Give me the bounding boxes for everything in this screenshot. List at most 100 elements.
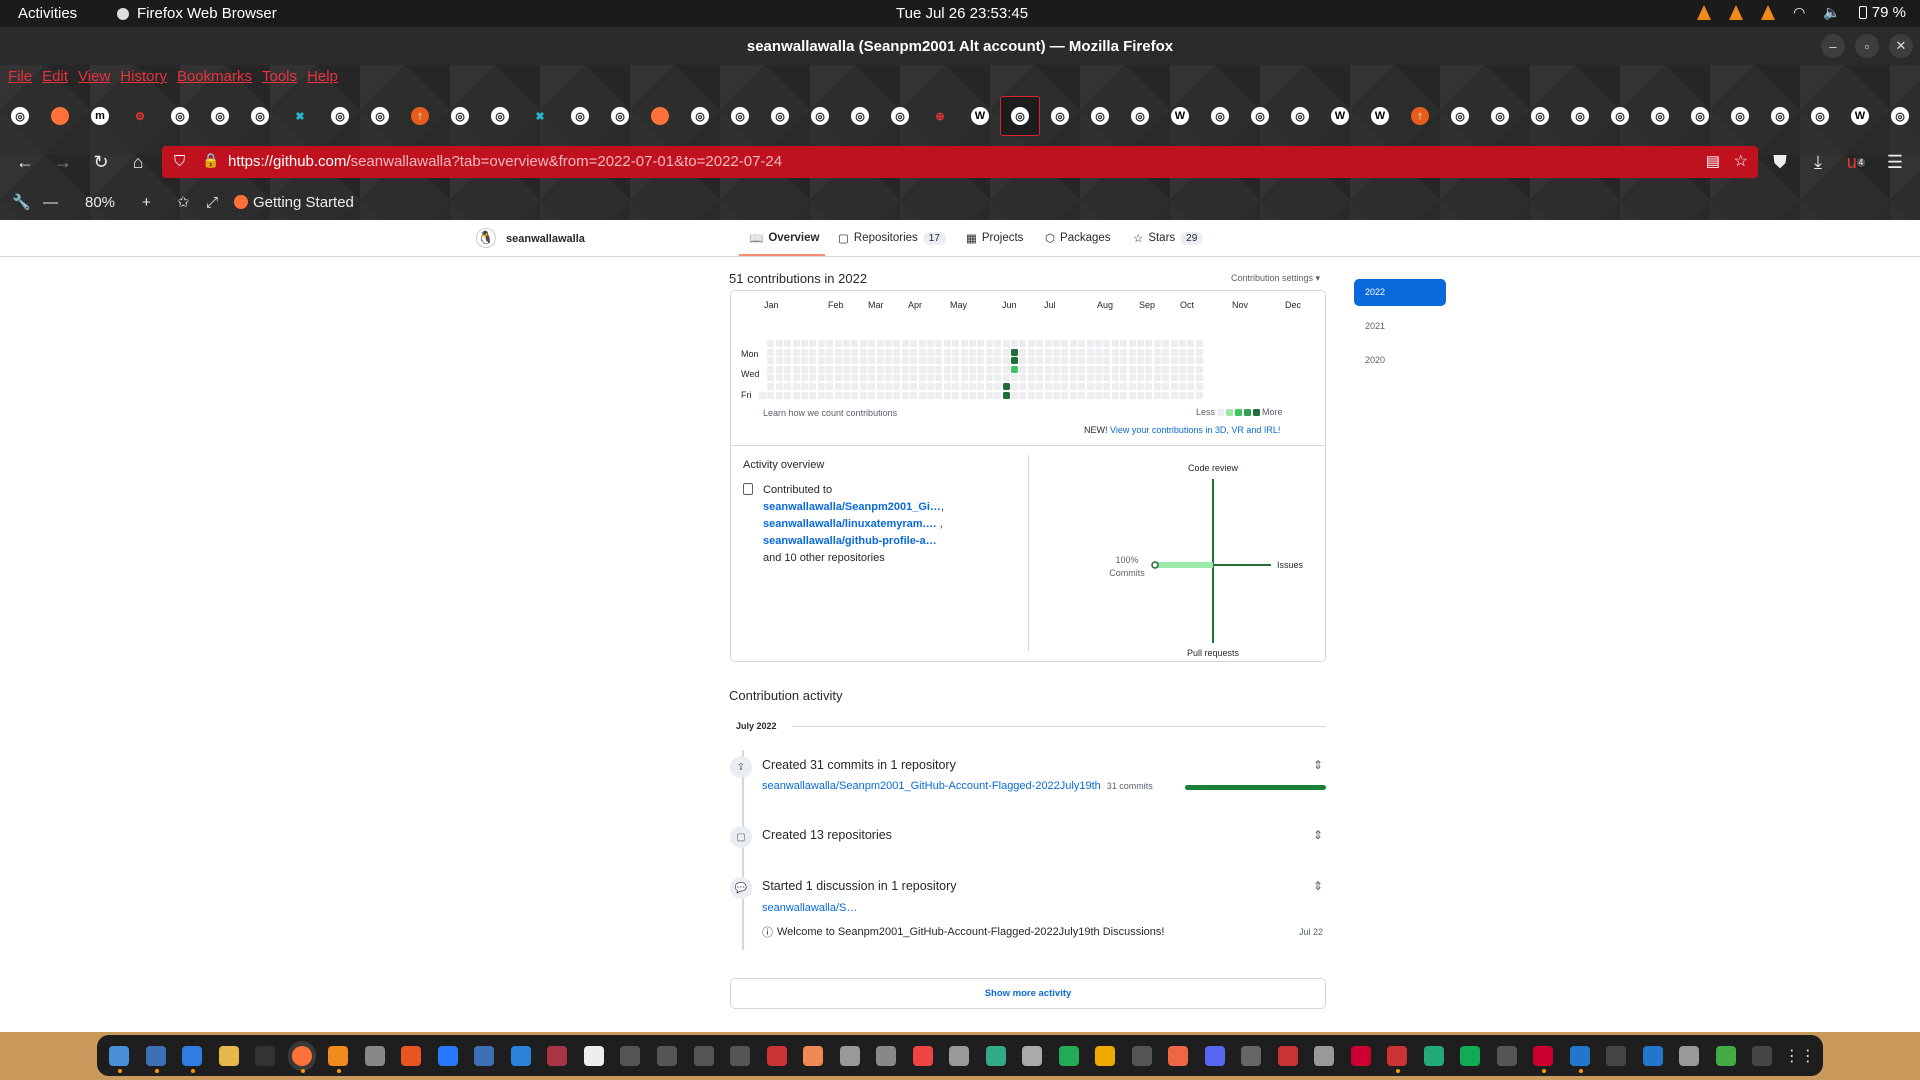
contribution-cell[interactable] (977, 348, 985, 356)
contribution-cell[interactable] (767, 357, 775, 365)
browser-tab[interactable]: ◎ (560, 96, 600, 136)
contribution-cell[interactable] (801, 340, 808, 347)
contribution-cell[interactable] (935, 391, 943, 399)
contribution-cell[interactable] (1069, 348, 1077, 356)
contribution-cell[interactable] (1053, 357, 1060, 365)
browser-tab[interactable]: W (1360, 96, 1400, 136)
contribution-cell[interactable] (1086, 365, 1094, 373)
contribution-cell[interactable] (876, 365, 884, 373)
contribution-cell[interactable] (1002, 357, 1010, 365)
tab-packages[interactable]: ⬡ Packages (1045, 231, 1111, 245)
contribution-cell[interactable] (952, 340, 960, 347)
contribution-cell[interactable] (1095, 374, 1102, 382)
contribution-cell[interactable] (960, 357, 968, 365)
contribution-cell[interactable] (1162, 357, 1170, 365)
contribution-cell[interactable] (952, 374, 960, 382)
contribution-cell[interactable] (1061, 348, 1069, 356)
contribution-cell[interactable] (910, 357, 918, 365)
dock-app-icon[interactable] (726, 1041, 755, 1071)
avatar[interactable]: 🐧 (476, 228, 496, 248)
dock-app-icon[interactable] (178, 1041, 207, 1073)
contribution-cell[interactable] (1011, 340, 1018, 347)
contribution-cell[interactable] (1195, 374, 1203, 382)
contribution-cell[interactable] (843, 348, 850, 356)
contribution-cell[interactable] (775, 391, 783, 399)
contribution-cell[interactable] (969, 348, 976, 356)
contribution-cell[interactable] (901, 391, 909, 399)
contribution-cell[interactable] (1103, 374, 1111, 382)
contribution-cell[interactable] (994, 391, 1002, 399)
contribution-settings-button[interactable]: Contribution settings ▾ (1231, 273, 1320, 284)
contribution-cell[interactable] (851, 357, 859, 365)
contribution-cell[interactable] (1179, 391, 1186, 399)
contribution-cell[interactable] (1053, 383, 1060, 390)
fullscreen-icon[interactable]: ⤢ (206, 194, 218, 211)
contribution-cell[interactable] (1069, 374, 1077, 382)
contribution-cell[interactable] (1002, 348, 1010, 356)
browser-tab[interactable]: ◎ (1880, 96, 1920, 136)
contribution-cell[interactable] (1086, 357, 1094, 365)
contribution-cell[interactable] (1145, 374, 1153, 382)
contribution-cell[interactable] (935, 348, 943, 356)
contribution-cell[interactable] (843, 357, 850, 365)
contribution-cell[interactable] (943, 348, 951, 356)
contribution-cell[interactable] (985, 357, 993, 365)
dock-app-icon[interactable] (1274, 1041, 1303, 1071)
contribution-cell[interactable] (1036, 391, 1044, 399)
contribution-cell[interactable] (1195, 340, 1203, 347)
contribution-cell[interactable] (1002, 365, 1010, 373)
fold-icon[interactable]: ⇕ (1313, 758, 1323, 772)
contribution-cell[interactable] (1036, 374, 1044, 382)
browser-tab[interactable]: ◎ (1040, 96, 1080, 136)
contribution-cell[interactable] (985, 348, 993, 356)
contribution-cell[interactable] (927, 348, 934, 356)
contribution-cell[interactable] (1019, 340, 1027, 347)
bookmark-getting-started[interactable]: Getting Started (234, 194, 354, 211)
contribution-cell[interactable] (1103, 348, 1111, 356)
contribution-cell[interactable] (809, 348, 817, 356)
contribution-cell[interactable] (876, 340, 884, 347)
contribution-cell[interactable] (1061, 391, 1069, 399)
browser-tab[interactable]: ◎ (1680, 96, 1720, 136)
dock-app-icon[interactable] (324, 1041, 353, 1073)
contribution-cell[interactable] (851, 365, 859, 373)
contribution-cell[interactable] (876, 357, 884, 365)
contribution-cell[interactable] (985, 391, 993, 399)
contribution-cell[interactable] (943, 374, 951, 382)
browser-tab[interactable]: ◎ (1480, 96, 1520, 136)
repos-summary[interactable]: Created 13 repositories (762, 828, 892, 842)
tab-projects[interactable]: ▦ Projects (966, 231, 1023, 245)
contribution-cell[interactable] (927, 374, 934, 382)
contribution-cell[interactable] (784, 383, 792, 390)
activities-button[interactable]: Activities (18, 5, 77, 22)
contribution-cell[interactable] (935, 374, 943, 382)
contribution-cell[interactable] (1044, 340, 1052, 347)
contribution-cell[interactable] (775, 340, 783, 347)
contribution-cell[interactable] (1153, 383, 1161, 390)
dock-app-icon[interactable] (1602, 1041, 1631, 1071)
contribution-cell[interactable] (960, 391, 968, 399)
dock-app-icon[interactable] (1639, 1041, 1668, 1071)
contribution-cell[interactable] (843, 391, 850, 399)
contribution-cell[interactable] (943, 391, 951, 399)
dock-app-icon[interactable] (1164, 1041, 1193, 1071)
tab-repositories[interactable]: ▢ Repositories 17 (838, 231, 946, 245)
app-menu-icon[interactable]: ☰ (1881, 148, 1909, 176)
contribution-cell[interactable] (1011, 374, 1018, 382)
contribution-cell[interactable] (1153, 374, 1161, 382)
contribution-cell[interactable] (994, 340, 1002, 347)
contribution-cell[interactable] (876, 374, 884, 382)
browser-tab[interactable]: ◎ (760, 96, 800, 136)
contribution-cell[interactable] (893, 391, 901, 399)
contribution-cell[interactable] (801, 374, 808, 382)
contribution-cell[interactable] (952, 357, 960, 365)
dock-app-icon[interactable] (287, 1040, 317, 1073)
contribution-cell[interactable] (1170, 365, 1178, 373)
contribution-cell[interactable] (1044, 365, 1052, 373)
url-text[interactable]: https://github.com/seanwallawalla?tab=ov… (228, 153, 782, 170)
contribution-cell[interactable] (1011, 348, 1018, 356)
contribution-cell[interactable] (1153, 365, 1161, 373)
contribution-cell[interactable] (868, 365, 876, 373)
contribution-cell[interactable] (943, 340, 951, 347)
contribution-cell[interactable] (792, 348, 800, 356)
